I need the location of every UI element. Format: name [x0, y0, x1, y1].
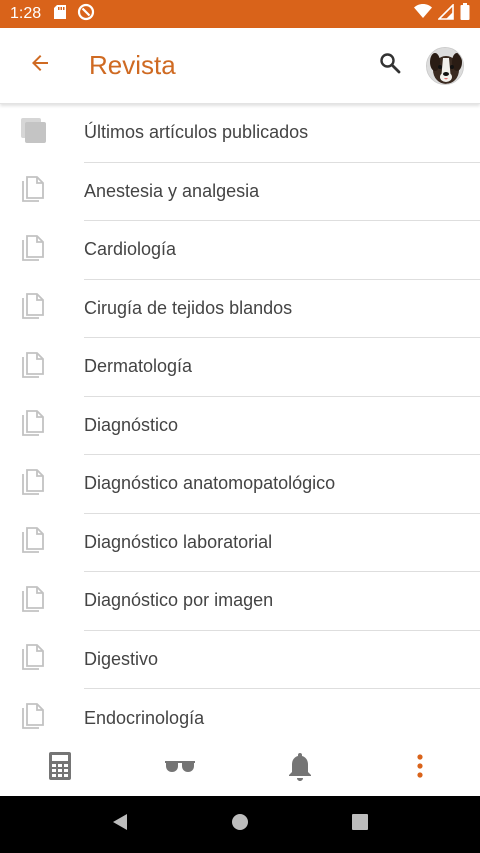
list-item-label: Endocrinología	[84, 707, 205, 728]
document-icon	[20, 468, 46, 501]
list-item[interactable]: Diagnóstico por imagen	[0, 572, 480, 631]
document-icon	[20, 643, 46, 676]
document-icon	[20, 234, 46, 267]
document-icon	[20, 526, 46, 559]
list-item-label: Anestesia y analgesia	[84, 163, 480, 221]
system-nav-bar	[0, 796, 480, 853]
nav-notifications[interactable]	[240, 740, 360, 796]
avatar[interactable]	[426, 46, 464, 85]
list-item[interactable]: Endocrinología	[0, 689, 480, 740]
list-item-label: Cirugía de tejidos blandos	[84, 280, 480, 338]
system-recents-button[interactable]	[340, 805, 380, 845]
document-icon	[20, 175, 46, 208]
list-item-label: Diagnóstico por imagen	[84, 572, 480, 631]
list-item-label: Últimos artículos publicados	[84, 104, 480, 163]
glasses-icon	[164, 759, 196, 778]
back-triangle-icon	[110, 812, 130, 837]
data-saver-icon	[77, 3, 95, 26]
nav-more[interactable]	[360, 740, 480, 796]
document-icon	[20, 409, 46, 442]
list-item[interactable]: Dermatología	[0, 338, 480, 397]
wifi-icon	[414, 4, 432, 24]
calculator-icon	[48, 751, 72, 786]
recents-square-icon	[350, 812, 370, 837]
sd-card-icon	[53, 4, 67, 25]
list-item-label: Diagnóstico	[84, 397, 480, 455]
list-item-label: Cardiología	[84, 221, 480, 280]
bottom-nav	[0, 740, 480, 796]
nav-calculator[interactable]	[0, 740, 120, 796]
copy-stack-icon	[20, 117, 48, 150]
list-item[interactable]: Diagnóstico anatomopatológico	[0, 455, 480, 514]
list-item[interactable]: Últimos artículos publicados	[0, 104, 480, 163]
search-button[interactable]	[368, 44, 412, 88]
signal-icon	[437, 2, 454, 25]
list-item-label: Dermatología	[84, 338, 480, 397]
list-item[interactable]: Diagnóstico	[0, 397, 480, 455]
document-icon	[20, 702, 46, 735]
list-item-label: Diagnóstico anatomopatológico	[84, 455, 480, 514]
nav-glasses[interactable]	[120, 740, 240, 796]
page-title: Revista	[89, 50, 176, 80]
system-home-button[interactable]	[220, 805, 260, 845]
more-vert-icon	[416, 753, 424, 784]
document-icon	[20, 585, 46, 618]
list-item[interactable]: Cirugía de tejidos blandos	[0, 280, 480, 338]
document-icon	[20, 351, 46, 384]
list-item-label: Digestivo	[84, 631, 480, 689]
list-item[interactable]: Cardiología	[0, 221, 480, 280]
battery-icon	[460, 3, 470, 25]
status-bar: 1:28	[0, 0, 480, 28]
list-item[interactable]: Diagnóstico laboratorial	[0, 514, 480, 572]
back-button[interactable]	[16, 42, 64, 90]
status-time: 1:28	[10, 5, 42, 22]
list-item-label: Diagnóstico laboratorial	[84, 514, 480, 572]
list-item[interactable]: Digestivo	[0, 631, 480, 689]
system-back-button[interactable]	[100, 805, 140, 845]
list-item[interactable]: Anestesia y analgesia	[0, 163, 480, 221]
bell-icon	[287, 751, 313, 786]
home-circle-icon	[230, 812, 250, 837]
app-bar: Revista	[0, 28, 480, 104]
search-icon	[378, 51, 402, 80]
document-icon	[20, 292, 46, 325]
category-list: Últimos artículos publicados Anestesia y…	[0, 104, 480, 740]
arrow-back-icon	[28, 51, 52, 80]
